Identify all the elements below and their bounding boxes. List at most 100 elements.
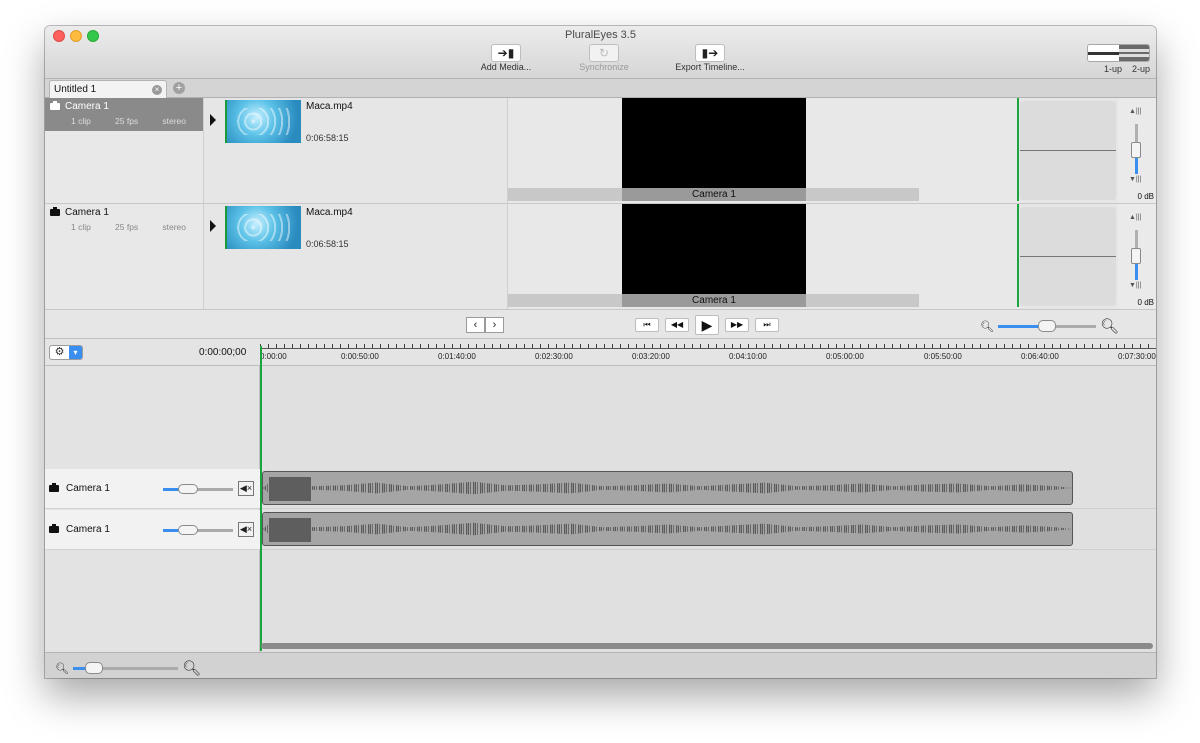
zoom-in-icon[interactable]: 🔍︎ <box>1100 317 1119 335</box>
clip-duration: 0:06:58:15 <box>306 133 349 143</box>
gear-icon: ⚙ <box>54 346 65 358</box>
zoom-out-icon[interactable]: 🔍︎ <box>980 320 994 333</box>
timeline-ruler[interactable]: 0:00:00 0:00:50:00 0:01:40:00 0:02:30:00… <box>260 339 1156 366</box>
add-media-label: Add Media... <box>480 62 532 72</box>
track-volume-knob[interactable] <box>178 525 198 535</box>
video-preview: Camera 1 <box>508 98 1019 203</box>
camera-name: Camera 1 <box>65 207 109 218</box>
horizontal-scrollbar[interactable] <box>261 643 1153 649</box>
single-pane-icon <box>1088 51 1119 55</box>
clip-cell[interactable]: Maca.mp4 0:06:58:15 <box>204 204 508 309</box>
zoom-in-icon[interactable]: 🔍︎ <box>182 659 201 677</box>
clip-duration: 0:06:58:15 <box>306 239 349 249</box>
next-arrow-button[interactable]: › <box>485 317 504 333</box>
bottom-bar: 🔍︎ 🔍︎ <box>45 652 1156 678</box>
rewind-button[interactable]: ◀◀ <box>665 318 689 332</box>
dual-pane-icon <box>1118 54 1149 57</box>
ruler-label: 0:00:00 <box>260 352 287 361</box>
ruler-label: 0:02:30:00 <box>535 352 573 361</box>
title-bar: PluralEyes 3.5 ➔▮ Add Media... ↻ Synchro… <box>45 26 1156 79</box>
volume-control: ▲||| ▼||| 0 dB <box>1118 98 1156 203</box>
tab-label: Untitled 1 <box>54 84 97 95</box>
timeline-zoom-slider[interactable] <box>72 661 178 674</box>
tab-untitled-1[interactable]: Untitled 1 × <box>49 80 167 98</box>
fast-forward-button[interactable]: ▶▶ <box>725 318 749 332</box>
track-header[interactable]: Camera 1 ◀× <box>45 510 260 550</box>
clip-count: 1 clip <box>71 222 91 232</box>
volume-knob[interactable] <box>1131 248 1141 264</box>
expand-triangle-icon[interactable] <box>210 114 216 126</box>
volume-min-tick-icon: ▼||| <box>1129 282 1142 289</box>
sync-icon: ↻ <box>589 44 619 62</box>
preview-label-bar: Camera 1 <box>508 188 919 201</box>
audio-waveform-clip[interactable] <box>262 471 1073 505</box>
ruler-label: 0:03:20:00 <box>632 352 670 361</box>
expand-triangle-icon[interactable] <box>210 220 216 232</box>
clip-row[interactable]: Camera 1 1 clip 25 fps stereo Maca.mp4 0… <box>45 204 1156 310</box>
view-2up-label: 2-up <box>1131 64 1150 74</box>
track-volume-slider[interactable] <box>163 525 233 535</box>
camera-icon <box>49 483 59 492</box>
camera-icon <box>50 101 60 110</box>
audio-meter <box>1020 98 1116 203</box>
export-timeline-label: Export Timeline... <box>675 62 745 72</box>
view-mode-toggle[interactable] <box>1087 44 1150 62</box>
export-timeline-button[interactable]: ▮➔ Export Timeline... <box>667 44 753 72</box>
window-title: PluralEyes 3.5 <box>565 29 636 41</box>
preview-playhead <box>1017 98 1019 201</box>
track-lane[interactable] <box>260 510 1156 550</box>
speaker-mute-icon[interactable]: ◀× <box>238 481 254 496</box>
video-preview: Camera 1 <box>508 204 1019 309</box>
synchronize-button[interactable]: ↻ Synchronize <box>568 44 640 72</box>
clip-thumbnail[interactable] <box>225 100 301 143</box>
play-button[interactable]: ▶ <box>695 315 719 335</box>
clip-row[interactable]: Camera 1 1 clip 25 fps stereo Maca.mp4 0… <box>45 98 1156 204</box>
track-name: Camera 1 <box>66 524 110 535</box>
volume-min-tick-icon: ▼||| <box>1129 176 1142 183</box>
playback-controls: ⏮ ◀◀ ▶ ▶▶ ⏭ <box>635 315 779 335</box>
volume-knob[interactable] <box>1131 142 1141 158</box>
zoom-out-icon[interactable]: 🔍︎ <box>55 662 69 675</box>
clip-info-panel[interactable]: Camera 1 1 clip 25 fps stereo <box>45 204 204 309</box>
go-to-end-button[interactable]: ⏭ <box>755 318 779 332</box>
camera-icon <box>49 524 59 533</box>
zoom-slider-knob[interactable] <box>84 661 103 674</box>
volume-max-tick-icon: ▲||| <box>1129 214 1142 221</box>
volume-max-tick-icon: ▲||| <box>1129 108 1142 115</box>
ruler-label: 0:07:30:00 <box>1118 352 1156 361</box>
zoom-slider-knob[interactable] <box>1037 319 1056 332</box>
clip-filename: Maca.mp4 <box>306 207 353 218</box>
clip-cell[interactable]: Maca.mp4 0:06:58:15 <box>204 98 508 203</box>
clip-count: 1 clip <box>71 116 91 126</box>
add-media-button[interactable]: ➔▮ Add Media... <box>470 44 542 72</box>
preview-playhead <box>1017 204 1019 307</box>
track-name: Camera 1 <box>66 483 110 494</box>
timeline-settings-menu[interactable]: ⚙ ▾ <box>49 345 83 360</box>
preview-zoom-slider[interactable] <box>997 319 1096 332</box>
timeline-playhead[interactable] <box>260 346 262 651</box>
camera-icon <box>50 207 60 216</box>
clip-audio-format: stereo <box>162 222 186 232</box>
clip-info-panel[interactable]: Camera 1 1 clip 25 fps stereo <box>45 98 204 203</box>
track-lane[interactable] <box>260 469 1156 509</box>
view-2up-button[interactable] <box>1118 45 1149 61</box>
document-tab-bar: Untitled 1 × + <box>45 79 1156 98</box>
transport-bar: ‹ › ⏮ ◀◀ ▶ ▶▶ ⏭ 🔍︎ 🔍︎ <box>45 310 1156 339</box>
track-volume-knob[interactable] <box>178 484 198 494</box>
add-tab-icon[interactable]: + <box>173 82 185 94</box>
volume-db-label: 0 dB <box>1137 298 1154 307</box>
track-header[interactable]: Camera 1 ◀× <box>45 469 260 509</box>
previous-arrow-button[interactable]: ‹ <box>466 317 485 333</box>
audio-waveform-clip[interactable] <box>262 512 1073 546</box>
speaker-mute-icon[interactable]: ◀× <box>238 522 254 537</box>
view-1up-button[interactable] <box>1088 45 1119 61</box>
camera-name: Camera 1 <box>65 101 109 112</box>
go-to-start-button[interactable]: ⏮ <box>635 318 659 332</box>
synchronize-label: Synchronize <box>579 62 629 72</box>
view-mode-labels: 1-up 2-up <box>1104 64 1150 74</box>
clip-thumbnail[interactable] <box>225 206 301 249</box>
track-volume-slider[interactable] <box>163 484 233 494</box>
import-arrow-icon: ➔▮ <box>491 44 521 62</box>
preview-zoom-control: 🔍︎ 🔍︎ <box>980 317 1119 335</box>
tab-close-icon[interactable]: × <box>152 85 162 95</box>
